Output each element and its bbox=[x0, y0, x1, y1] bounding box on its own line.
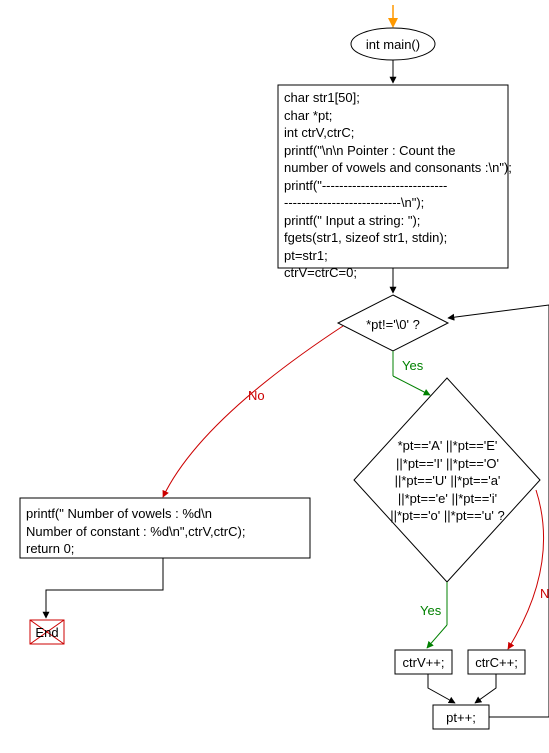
start-node: int main() bbox=[362, 36, 424, 54]
cond2-decision: *pt=='A' ||*pt=='E' ||*pt=='I' ||*pt=='O… bbox=[385, 437, 510, 525]
end-node: End bbox=[30, 624, 64, 642]
output-process: printf(" Number of vowels : %d\n Number … bbox=[26, 505, 306, 558]
ctrv-process: ctrV++; bbox=[395, 654, 452, 672]
cond1-decision: *pt!='\0' ? bbox=[353, 316, 433, 334]
cond2-yes-label: Yes bbox=[420, 603, 441, 618]
ptpp-process: pt++; bbox=[433, 709, 489, 727]
init-block: char str1[50]; char *pt; int ctrV,ctrC; … bbox=[284, 89, 506, 282]
cond1-no-label: No bbox=[248, 388, 265, 403]
cond2-no-label: N bbox=[540, 586, 549, 601]
ctrc-process: ctrC++; bbox=[468, 654, 525, 672]
cond1-yes-label: Yes bbox=[402, 358, 423, 373]
